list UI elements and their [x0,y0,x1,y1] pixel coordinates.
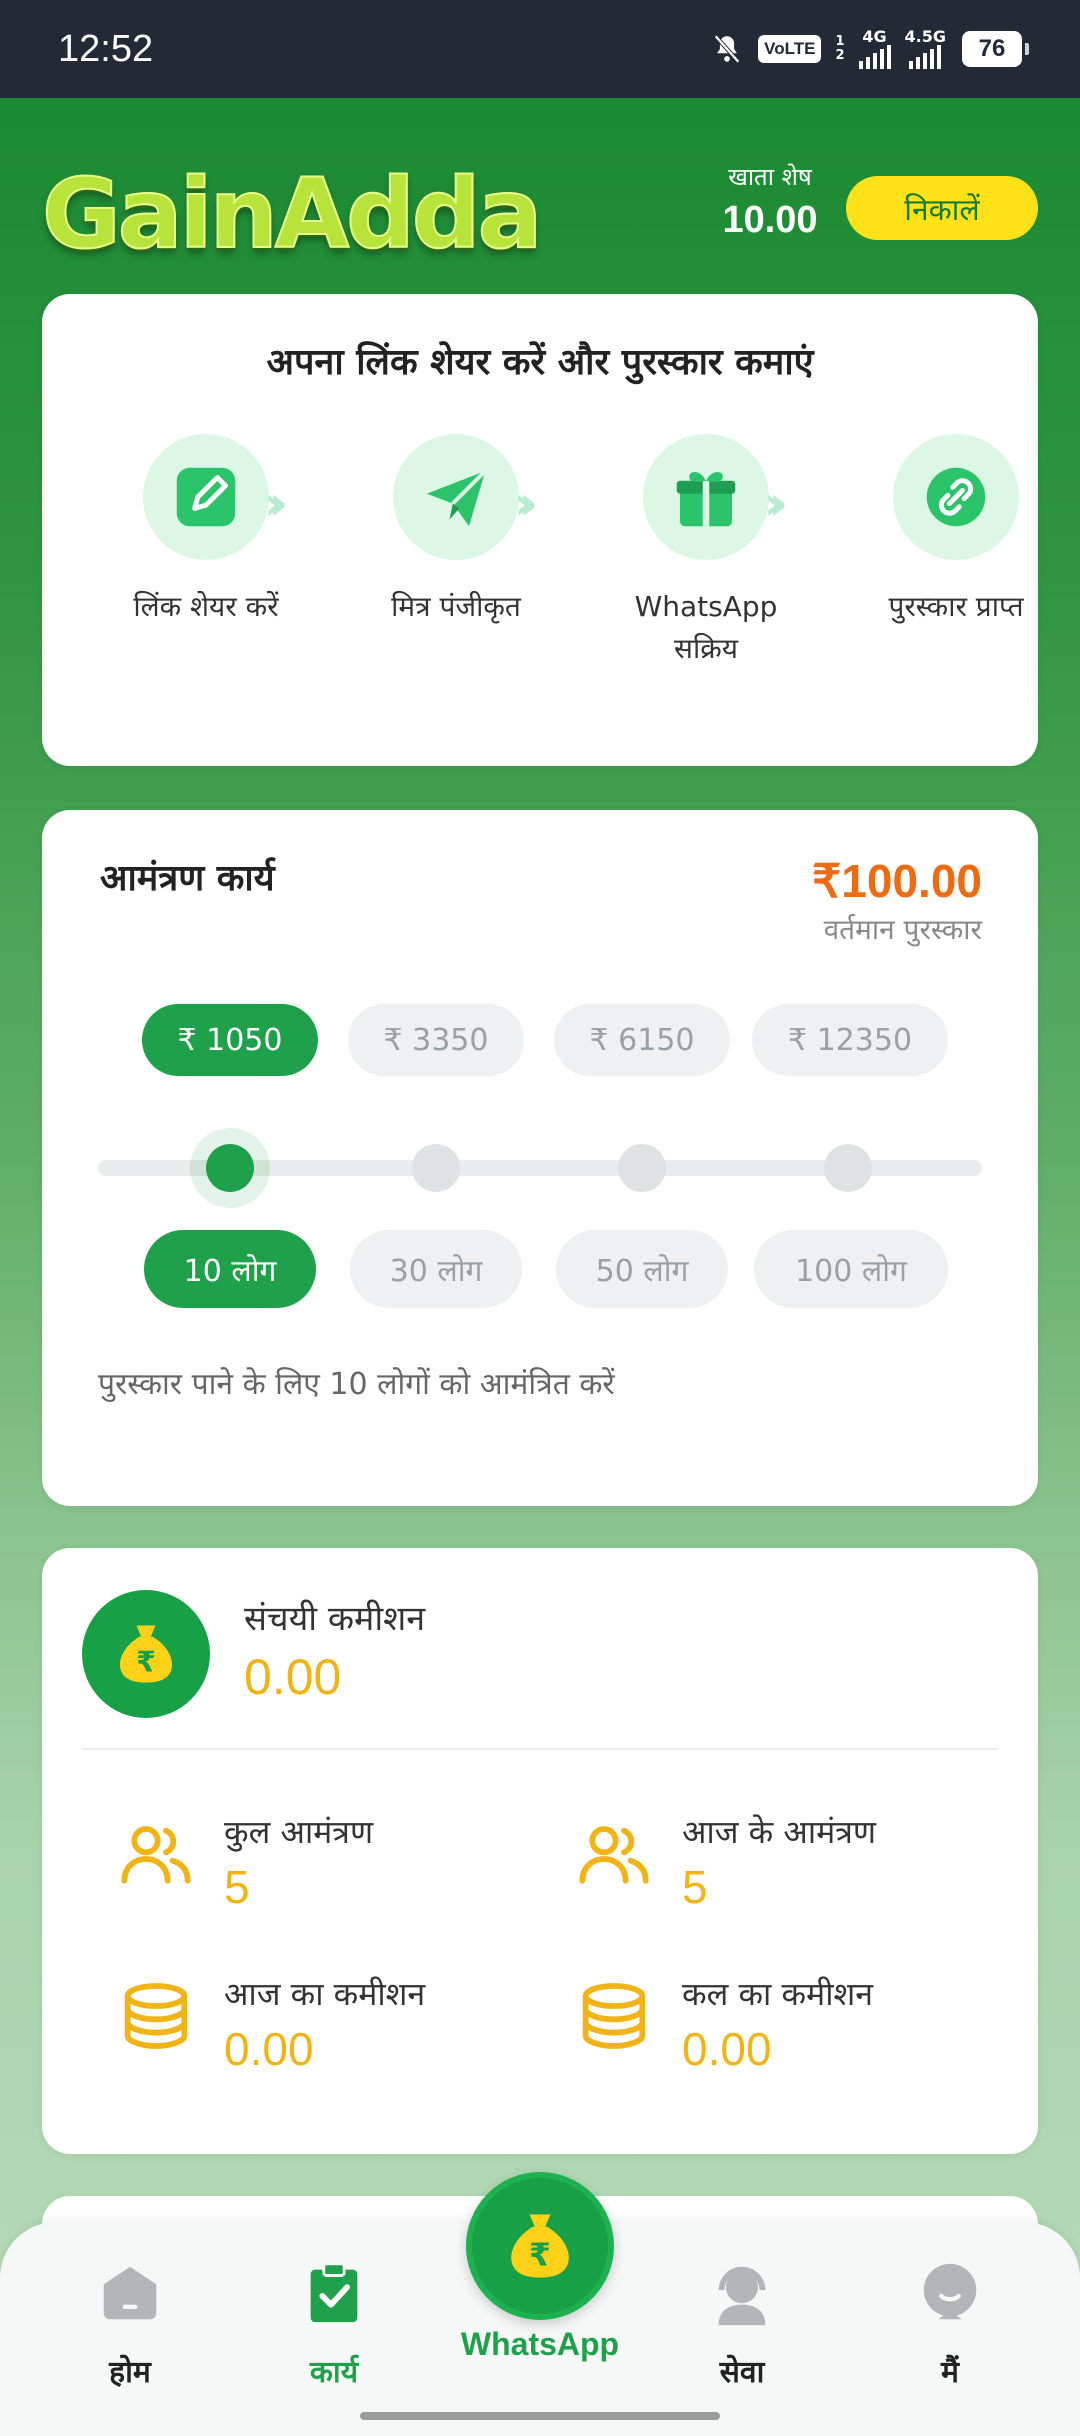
signal-icon-sim1: 4G [858,27,891,69]
step-reward-received: पुरस्कार प्राप्त [856,434,1056,628]
support-agent-icon [718,2266,766,2326]
nav-profile[interactable]: मैं [860,2258,1040,2391]
people-option-30[interactable]: 30 लोग [350,1230,522,1308]
stat-label: कल का कमीशन [682,1975,874,2013]
slider-stop-100[interactable] [824,1144,872,1192]
people-option-10[interactable]: 10 लोग [144,1230,316,1308]
current-reward-label: वर्तमान पुरस्कार [823,913,982,946]
step-whatsapp-active: WhatsApp सक्रिय [606,434,806,670]
amount-option-12350[interactable]: ₹ 12350 [752,1004,948,1076]
task-card-title: आमंत्रण कार्य [100,858,275,899]
coins-icon [582,1983,646,2049]
svg-text:₹: ₹ [529,2237,551,2273]
share-card-title: अपना लिंक शेयर करें और पुरस्कार कमाएं [266,342,814,383]
withdraw-button[interactable]: निकालें [846,176,1038,240]
nav-task[interactable]: कार्य [244,2258,424,2391]
chevron-right-icon: ›› [764,476,788,530]
svg-text:₹: ₹ [136,1645,156,1678]
stat-value: 0.00 [224,2023,314,2075]
gift-icon [676,472,736,527]
coins-icon [124,1983,188,2049]
users-icon [579,1826,649,1884]
amount-option-1050[interactable]: ₹ 1050 [142,1004,318,1076]
chevron-right-icon: ›› [514,476,538,530]
stat-label: आज का कमीशन [224,1975,426,2013]
divider [82,1748,998,1750]
slider-stop-50[interactable] [618,1144,666,1192]
nav-home[interactable]: होम [40,2258,220,2391]
stat-today-invites: आज के आमंत्रण 5 [574,1813,994,1924]
task-hint: पुरस्कार पाने के लिए 10 लोगों को आमंत्रि… [98,1367,615,1402]
commission-card: ₹ संचयी कमीशन 0.00 कुल आमंत्रण 5 आज के आ… [42,1548,1038,2154]
nav-label: होम [109,2355,151,2390]
mute-bell-icon [714,34,741,64]
nav-label: कार्य [309,2355,359,2390]
signal-icon-sim2: 4.5G [905,29,946,69]
step-label: WhatsApp सक्रिय [634,590,778,665]
status-icons: VoLTE 1 2 4G 4.5G 76 [710,27,1029,69]
money-bag-badge: ₹ [82,1590,210,1718]
nav-service[interactable]: सेवा [652,2258,832,2391]
task-clipboard-icon [310,2262,358,2323]
stat-label: आज के आमंत्रण [682,1813,877,1851]
app-header: GainAdda खाता शेष 10.00 निकालें [0,98,1080,294]
balance-value: 10.00 [722,199,818,241]
amount-option-6150[interactable]: ₹ 6150 [554,1004,730,1076]
app-logo: GainAdda [41,157,543,271]
status-bar: 12:52 VoLTE 1 2 4G 4.5G 76 [0,0,1080,98]
stat-value: 5 [682,1861,708,1913]
invite-task-card: आमंत्रण कार्य ₹100.00 वर्तमान पुरस्कार ₹… [42,810,1038,1506]
stat-label: कुल आमंत्रण [224,1813,374,1851]
share-steps: लिंक शेयर करें ›› मित्र पंजीकृत ›› Whats… [42,434,1038,694]
stat-yesterday-commission: कल का कमीशन 0.00 [574,1975,994,2086]
amount-option-3350[interactable]: ₹ 3350 [348,1004,524,1076]
share-link-card: अपना लिंक शेयर करें और पुरस्कार कमाएं लि… [42,294,1038,766]
stat-value: 5 [224,1861,250,1913]
stat-value: 0.00 [682,2023,772,2075]
home-indicator[interactable] [360,2412,720,2420]
current-reward-value: ₹100.00 [812,855,982,907]
link-icon [926,467,986,527]
battery-icon: 76 [962,31,1029,67]
profile-icon [923,2263,977,2320]
money-bag-icon: ₹ [511,2214,569,2278]
cumulative-commission-label: संचयी कमीशन [244,1599,426,1639]
users-icon [121,1826,191,1884]
people-option-50[interactable]: 50 लोग [556,1230,728,1308]
edit-icon [176,467,236,527]
step-label: मित्र पंजीकृत [391,590,521,623]
account-balance: खाता शेष 10.00 [700,160,840,242]
slider-stop-30[interactable] [412,1144,460,1192]
step-label: लिंक शेयर करें [133,590,279,623]
balance-label: खाता शेष [728,163,812,191]
home-icon [103,2266,157,2320]
volte-badge: VoLTE [758,35,822,63]
net-type-label: 4G [862,27,887,46]
sim-indicator: 1 2 [835,34,845,63]
nav-whatsapp-center-button[interactable]: ₹ [466,2172,614,2320]
stat-total-invites: कुल आमंत्रण 5 [116,1813,536,1924]
money-bag-icon: ₹ [119,1625,173,1683]
status-time: 12:52 [58,27,154,70]
step-friend-registered: मित्र पंजीकृत [356,434,556,628]
step-share-link: लिंक शेयर करें [106,434,306,628]
nav-whatsapp-label[interactable]: WhatsApp [440,2326,640,2363]
nav-label: सेवा [719,2355,765,2390]
stat-today-commission: आज का कमीशन 0.00 [116,1975,536,2086]
slider-stop-10[interactable] [206,1144,254,1192]
paper-plane-icon [426,469,487,527]
step-label: पुरस्कार प्राप्त [888,590,1024,623]
cumulative-commission-value: 0.00 [244,1649,342,1705]
net-type-label: 4.5G [904,27,946,46]
chevron-right-icon: ›› [264,476,288,530]
nav-label: मैं [941,2355,959,2390]
people-option-100[interactable]: 100 लोग [754,1230,948,1308]
